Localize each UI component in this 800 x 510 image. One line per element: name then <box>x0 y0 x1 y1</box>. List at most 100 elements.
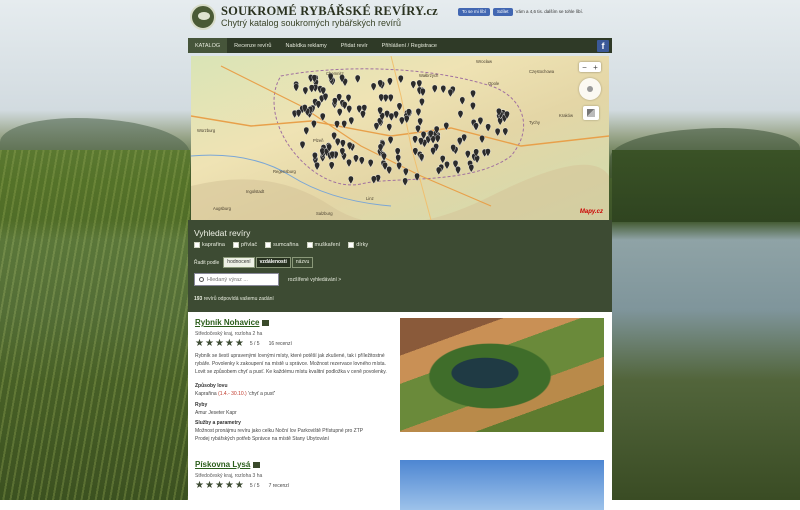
fish-icon <box>198 12 210 20</box>
star-icon: ★ <box>204 338 214 349</box>
fish-logo-icon[interactable] <box>190 4 216 30</box>
section-heading-lov: Způsoby lovu <box>195 383 228 389</box>
advanced-search-link[interactable]: rozšířené vyhledávání > <box>288 277 341 283</box>
nav-item-prihlaseni[interactable]: Přihlášení / Registrace <box>375 38 444 53</box>
filter-muskareni[interactable]: muškaření <box>306 242 340 248</box>
result-count-number: 193 <box>194 296 203 302</box>
facebook-like-widget: To se mi líbí Sdílet Vám a 4,6 tis. dalš… <box>458 7 583 16</box>
map-label-ingolstadt: Ingolstadt <box>246 189 265 194</box>
star-icon: ★ <box>234 338 244 349</box>
map-canvas[interactable] <box>191 56 609 220</box>
map-label-linz: Linz <box>366 196 374 201</box>
search-box <box>194 273 279 286</box>
map-label-wroclaw: Wrocław <box>476 59 492 64</box>
listing-photo[interactable] <box>400 318 604 432</box>
map-label-salzburg: Salzburg <box>316 211 333 216</box>
map-label-czestochowa: Częstochowa <box>529 69 555 74</box>
rating-stars: ★ ★ ★ ★ ★ 5 / 5 16 recenzí <box>195 339 292 349</box>
map-icon[interactable] <box>253 461 261 468</box>
nav-item-reklama[interactable]: Nabídka reklamy <box>278 38 333 53</box>
result-count-text: revírů odpovídá vašemu zadání <box>203 296 274 302</box>
result-count: 193 revírů odpovídá vašemu zadání <box>194 296 274 302</box>
star-icon: ★ <box>224 480 234 491</box>
filter-sumcarina[interactable]: sumcařina <box>265 242 299 248</box>
checkbox[interactable] <box>348 242 355 248</box>
bg-grass <box>0 150 190 500</box>
map-label-walbrzych: Wałbrzych <box>419 73 439 78</box>
map-pan-control[interactable] <box>579 78 601 100</box>
revir-listing: Rybník Nohavice Středočeský kraj, rozloh… <box>188 312 612 510</box>
search-panel: Vyhledat revíry kaprařina přívlač sumcař… <box>188 220 612 312</box>
site-container: SOUKROMÉ RYBÁŘSKÉ REVÍRY.cz Chytrý katal… <box>188 0 612 510</box>
lov-extra: 'chyť a pusť' <box>248 391 276 397</box>
listing-meta: Středočeský kraj, rozloha 2 ha <box>195 331 263 337</box>
main-nav: KATALOG Recenze revírů Nabídka reklamy P… <box>188 38 612 53</box>
map-label-regensburg: Regensburg <box>273 169 296 174</box>
review-count-link[interactable]: 7 recenzí <box>269 483 290 489</box>
fb-share-button[interactable]: Sdílet <box>493 7 513 16</box>
services-line-2: Prodej rybářských potřeb Správce na míst… <box>195 436 329 442</box>
map-layers-icon[interactable] <box>583 106 599 120</box>
checkbox[interactable] <box>194 242 200 248</box>
lov-name: Kaprařina <box>195 391 217 397</box>
filter-privlac[interactable]: přívlač <box>232 242 257 248</box>
map-label-plzen: Plzeň <box>313 138 324 143</box>
sort-control: Řadit podle hodnocení vzdálenosti názvu <box>194 257 314 268</box>
rating-stars: ★ ★ ★ ★ ★ 5 / 5 7 recenzí <box>195 481 289 491</box>
star-icon: ★ <box>195 338 204 349</box>
zoom-out-button[interactable]: − <box>579 62 590 72</box>
fish-list: Amur Jeseter Kapr <box>195 410 237 416</box>
star-icon: ★ <box>224 338 234 349</box>
checkbox[interactable] <box>306 242 313 248</box>
star-icon: ★ <box>195 480 204 491</box>
sort-by-name-button[interactable]: názvu <box>291 257 314 268</box>
site-header: SOUKROMÉ RYBÁŘSKÉ REVÍRY.cz Chytrý katal… <box>188 0 612 38</box>
map-zoom-control: − + <box>579 62 601 72</box>
bg-trees-right <box>612 150 800 222</box>
section-heading-ryby: Ryby <box>195 402 208 408</box>
fb-like-count: Vám a 4,6 tis. dalším se tohle líbí. <box>515 9 584 14</box>
checkbox[interactable] <box>232 242 239 248</box>
map-label-augsburg: Augsburg <box>213 206 231 211</box>
zoom-in-button[interactable]: + <box>590 62 601 72</box>
map-label-opole: Opole <box>488 81 500 86</box>
nav-item-pridat[interactable]: Přidat revír <box>334 38 375 53</box>
revir-map[interactable]: Wrocław Chemnitz Wałbrzych Częstochowa O… <box>191 56 609 220</box>
nav-item-katalog[interactable]: KATALOG <box>188 38 228 53</box>
lov-season: (1.4.- 30.10.) <box>218 391 247 397</box>
review-count-link[interactable]: 16 recenzí <box>269 341 292 347</box>
sort-by-rating-button[interactable]: hodnocení <box>223 257 255 268</box>
nav-item-recenze[interactable]: Recenze revírů <box>227 38 278 53</box>
map-icon[interactable] <box>262 319 270 326</box>
map-label-wurzburg: Würzburg <box>197 128 216 133</box>
facebook-icon[interactable]: f <box>597 39 609 52</box>
mapy-cz-logo[interactable]: Mapy.cz <box>580 209 603 215</box>
site-title[interactable]: SOUKROMÉ RYBÁŘSKÉ REVÍRY.cz <box>221 4 438 19</box>
listing-title-link[interactable]: Rybník Nohavice <box>195 318 270 327</box>
star-icon: ★ <box>214 338 224 349</box>
map-label-tychy: Tychy <box>529 120 540 125</box>
species-filters: kaprařina přívlač sumcařina muškaření dí… <box>194 242 368 248</box>
listing-photo[interactable] <box>400 460 604 510</box>
filter-kaprarina[interactable]: kaprařina <box>194 242 225 248</box>
checkbox[interactable] <box>265 242 272 248</box>
map-label-chemnitz: Chemnitz <box>326 71 344 76</box>
listing-description: Rybník se šestí upravenými lovnými místy… <box>195 353 387 375</box>
search-input[interactable] <box>207 276 275 283</box>
sort-label: Řadit podle <box>194 259 220 266</box>
site-subtitle: Chytrý katalog soukromých rybářských rev… <box>221 18 402 28</box>
map-label-krakow: Kraków <box>559 113 573 118</box>
star-icon: ★ <box>234 480 244 491</box>
fb-like-button[interactable]: To se mi líbí <box>458 7 491 16</box>
lov-line: Kaprařina (1.4.- 30.10.) 'chyť a pusť' <box>195 391 275 397</box>
rating-value: 5 / 5 <box>249 341 260 347</box>
services-line-1: Možnost pronájmu revíru jako celku Noční… <box>195 428 364 434</box>
search-title: Vyhledat revíry <box>194 228 251 238</box>
listing-title-link[interactable]: Pískovna Lysá <box>195 460 261 469</box>
filter-dirky[interactable]: dírky <box>348 242 368 248</box>
star-icon: ★ <box>204 480 214 491</box>
section-heading-sluzby: Služby a parametry <box>195 420 241 426</box>
star-icon: ★ <box>214 480 224 491</box>
listing-meta: Středočeský kraj, rozloha 3 ha <box>195 473 263 479</box>
sort-by-distance-button[interactable]: vzdálenosti <box>255 257 291 268</box>
